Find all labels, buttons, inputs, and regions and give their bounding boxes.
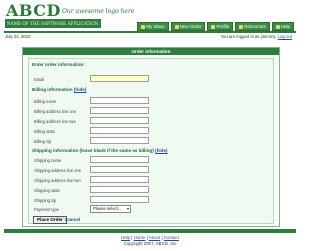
logo[interactable]: ABCD — [6, 1, 61, 20]
footer-link-home[interactable]: Home — [134, 235, 146, 240]
order-form: Enter order information: Email Billing i… — [28, 58, 274, 224]
shipping-name-field[interactable] — [90, 156, 149, 163]
shipping-state-label: Shipping state — [34, 188, 60, 193]
billing-zip-label: Billing zip — [34, 139, 52, 144]
nav-help-button[interactable]: Help — [271, 22, 294, 31]
billing-heading-text: Billing information — [32, 87, 73, 92]
nav-new-order-button[interactable]: New Order — [170, 22, 206, 31]
nav-inbox-button[interactable]: My Inbox — [137, 22, 169, 31]
shipping-address2-field[interactable] — [90, 176, 149, 183]
billing-address2-label: Billing address line two — [34, 119, 76, 124]
nav-resources-button[interactable]: Resources — [235, 22, 270, 31]
profile-icon — [211, 24, 216, 29]
resources-icon — [239, 24, 244, 29]
payment-type-select[interactable]: Please select... ▾ — [90, 205, 131, 213]
billing-state-label: Billing state — [34, 129, 55, 134]
billing-address2-field[interactable] — [90, 117, 149, 124]
nav-profile-label: Profile — [216, 24, 230, 29]
billing-state-field[interactable] — [90, 127, 149, 134]
help-icon — [275, 24, 280, 29]
nav-resources-label: Resources — [244, 24, 266, 29]
nav-help-label: Help — [280, 24, 290, 29]
shipping-state-field[interactable] — [90, 186, 149, 193]
billing-name-label: Billing name — [34, 99, 57, 104]
new-order-icon — [174, 24, 179, 29]
footer-link-contact[interactable]: Contact — [164, 235, 179, 240]
footer-link-help[interactable]: Help — [121, 235, 130, 240]
footer-divider — [4, 229, 296, 233]
tagline: Our awesome logo here — [62, 8, 135, 15]
shipping-heading: Shipping information (leave blank if the… — [32, 148, 168, 153]
billing-address1-field[interactable] — [90, 107, 149, 114]
billing-heading: Billing information (hide) — [32, 87, 86, 92]
shipping-address1-field[interactable] — [90, 166, 149, 173]
billing-name-field[interactable] — [90, 97, 149, 104]
shipping-heading-text: Shipping information (leave blank if the… — [32, 148, 154, 153]
payment-type-value: Please select... — [93, 206, 122, 211]
software-name-bar: NAME OF THE SOFTWARE APPLICATION — [5, 19, 101, 28]
chevron-down-icon: ▾ — [126, 206, 129, 211]
copyright: Copyright 2007, ABCD, Inc — [123, 241, 177, 246]
shipping-address1-label: Shipping address line one — [34, 168, 82, 173]
logout-link[interactable]: Log out — [278, 34, 292, 39]
email-field[interactable] — [90, 75, 149, 82]
order-panel: Order information Enter order informatio… — [22, 47, 280, 227]
shipping-address2-label: Shipping address line two — [34, 178, 81, 183]
billing-zip-field[interactable] — [90, 137, 149, 144]
nav-new-order-label: New Order — [179, 24, 202, 29]
footer-links: Help | Home | About | Contact — [121, 235, 179, 240]
panel-title: Order information — [23, 48, 279, 55]
current-date: July 22, 2010 — [5, 34, 31, 39]
footer-link-about[interactable]: About — [149, 235, 160, 240]
payment-type-label: Payment type — [34, 207, 60, 212]
shipping-zip-field[interactable] — [90, 196, 149, 203]
login-status: You are logged in as jimmmy. Log out — [221, 34, 292, 39]
enter-heading: Enter order information: — [32, 62, 85, 67]
billing-hide-link[interactable]: (hide) — [74, 87, 87, 92]
main-nav: My Inbox New Order Profile Resources Hel… — [137, 22, 294, 31]
place-order-button[interactable]: Place Order — [33, 216, 67, 224]
shipping-name-label: Shipping name — [34, 158, 62, 163]
cancel-link[interactable]: Cancel — [65, 217, 80, 222]
shipping-hide-link[interactable]: (hide) — [155, 148, 168, 153]
login-text: You are logged in as jimmmy. — [220, 34, 277, 39]
nav-inbox-label: My Inbox — [146, 24, 165, 29]
inbox-icon — [141, 24, 146, 29]
nav-profile-button[interactable]: Profile — [207, 22, 234, 31]
header-divider — [4, 31, 296, 33]
shipping-zip-label: Shipping zip — [34, 198, 57, 203]
email-label: Email — [34, 77, 45, 82]
billing-address1-label: Billing address line one — [34, 109, 77, 114]
